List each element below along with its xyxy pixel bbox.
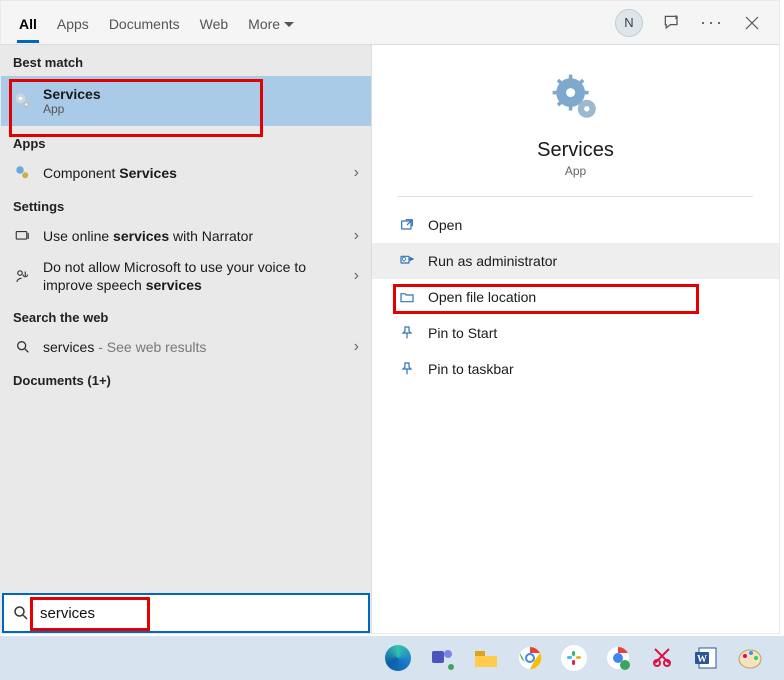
result-component-services[interactable]: Component Services ›	[1, 157, 371, 189]
svg-text:W: W	[697, 654, 707, 665]
search-panel: All Apps Documents Web More N ··· Best m…	[0, 0, 780, 634]
section-best-match: Best match	[1, 45, 371, 76]
tab-web[interactable]: Web	[190, 4, 239, 42]
action-open-file-location[interactable]: Open file location	[372, 279, 779, 315]
taskbar-paint-icon[interactable]	[732, 640, 768, 676]
tab-documents[interactable]: Documents	[99, 4, 190, 42]
feedback-icon[interactable]	[661, 12, 683, 34]
gear-icon	[13, 91, 33, 111]
search-input[interactable]	[38, 604, 360, 623]
chevron-right-icon: ›	[354, 164, 359, 182]
taskbar: W	[0, 636, 784, 680]
search-icon	[13, 337, 33, 357]
more-options-icon[interactable]: ···	[701, 12, 723, 34]
user-avatar[interactable]: N	[615, 9, 643, 37]
pin-icon	[398, 324, 416, 342]
close-icon[interactable]	[741, 12, 763, 34]
component-services-icon	[13, 163, 33, 183]
action-label: Open file location	[428, 289, 536, 305]
taskbar-chrome-icon[interactable]	[512, 640, 548, 676]
action-label: Pin to taskbar	[428, 361, 514, 377]
result-label: Use online services with Narrator	[43, 228, 344, 244]
action-run-as-administrator[interactable]: Run as administrator	[372, 243, 779, 279]
action-pin-to-taskbar[interactable]: Pin to taskbar	[372, 351, 779, 387]
result-web-services[interactable]: services - See web results ›	[1, 331, 371, 363]
taskbar-chrome-beta-icon[interactable]	[600, 640, 636, 676]
chevron-right-icon: ›	[354, 227, 359, 245]
search-bar[interactable]	[2, 593, 370, 633]
action-label: Run as administrator	[428, 253, 557, 269]
taskbar-word-icon[interactable]: W	[688, 640, 724, 676]
results-column: Best match Services App Apps Component S…	[1, 45, 371, 633]
taskbar-file-explorer-icon[interactable]	[468, 640, 504, 676]
action-pin-to-start[interactable]: Pin to Start	[372, 315, 779, 351]
narrator-icon	[13, 226, 33, 246]
taskbar-snip-icon[interactable]	[644, 640, 680, 676]
tab-more[interactable]: More	[238, 4, 304, 42]
result-speech-services[interactable]: Do not allow Microsoft to use your voice…	[1, 252, 371, 300]
taskbar-teams-icon[interactable]	[424, 640, 460, 676]
detail-title: Services	[537, 139, 614, 162]
filter-tabs: All Apps Documents Web More N ···	[1, 1, 779, 45]
open-icon	[398, 216, 416, 234]
admin-shield-icon	[398, 252, 416, 270]
result-best-match-services[interactable]: Services App	[1, 76, 371, 126]
result-narrator-services[interactable]: Use online services with Narrator ›	[1, 220, 371, 252]
tab-apps[interactable]: Apps	[47, 4, 99, 42]
detail-panel: Services App Open Run as administrator O…	[371, 45, 779, 633]
section-documents: Documents (1+)	[1, 363, 371, 394]
chevron-right-icon: ›	[354, 338, 359, 356]
pin-icon	[398, 360, 416, 378]
result-label: Do not allow Microsoft to use your voice…	[43, 258, 344, 294]
action-open[interactable]: Open	[372, 207, 779, 243]
microphone-icon	[13, 266, 33, 286]
search-icon	[12, 604, 30, 622]
folder-icon	[398, 288, 416, 306]
best-match-subtitle: App	[43, 102, 359, 116]
best-match-title: Services	[43, 86, 359, 102]
section-settings: Settings	[1, 189, 371, 220]
chevron-down-icon	[284, 22, 294, 32]
chevron-right-icon: ›	[354, 267, 359, 285]
taskbar-edge-icon[interactable]	[380, 640, 416, 676]
detail-subtitle: App	[565, 164, 586, 178]
result-label: services - See web results	[43, 339, 344, 355]
result-label: Component Services	[43, 165, 344, 181]
tab-all[interactable]: All	[9, 4, 47, 42]
action-label: Pin to Start	[428, 325, 497, 341]
action-label: Open	[428, 217, 462, 233]
section-apps: Apps	[1, 126, 371, 157]
services-app-icon	[549, 71, 603, 125]
section-search-web: Search the web	[1, 300, 371, 331]
taskbar-slack-icon[interactable]	[556, 640, 592, 676]
separator	[398, 196, 753, 197]
